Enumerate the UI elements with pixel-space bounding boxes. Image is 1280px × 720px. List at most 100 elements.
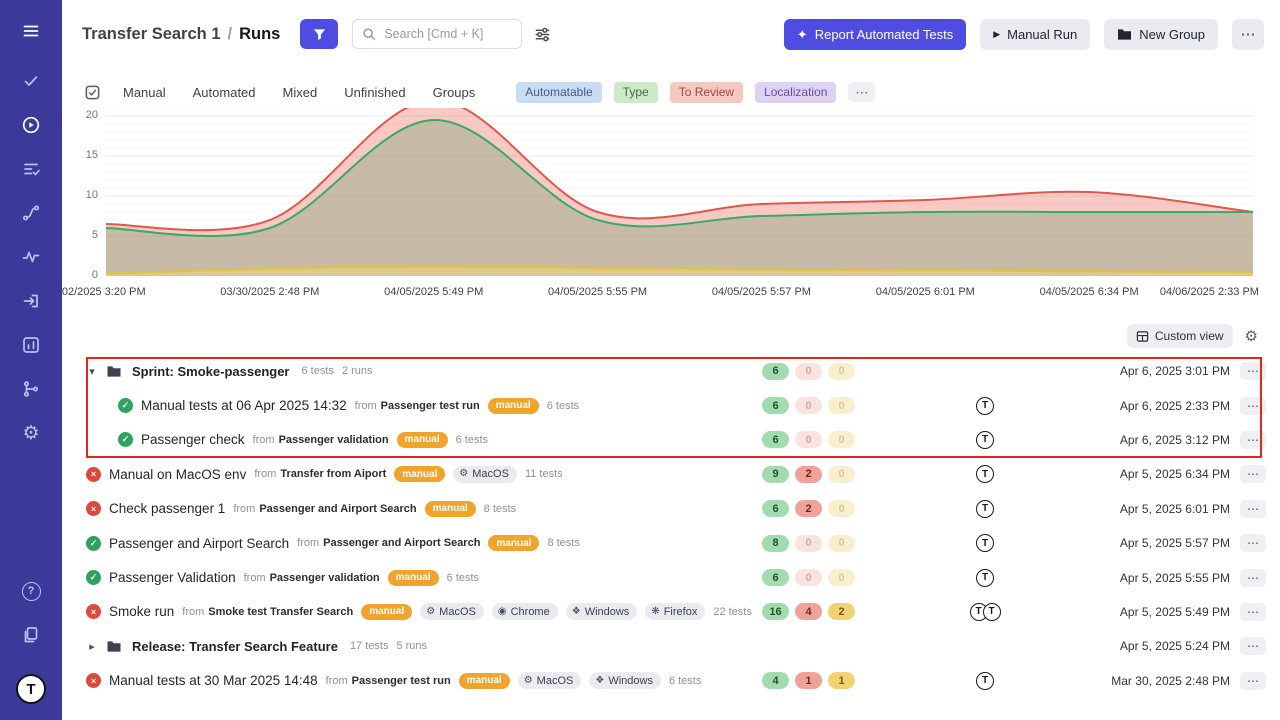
run-title[interactable]: Passenger and Airport Search	[109, 536, 289, 551]
row-more-button[interactable]: ⋯	[1240, 397, 1266, 415]
row-more-button[interactable]: ⋯	[1240, 362, 1266, 380]
avatar[interactable]: T	[976, 534, 994, 552]
run-title[interactable]: Passenger Validation	[109, 570, 236, 585]
milestones-icon[interactable]	[14, 196, 48, 230]
from-label: from	[253, 434, 275, 446]
run-source[interactable]: Passenger test run	[381, 400, 480, 412]
avatar[interactable]: T	[976, 431, 994, 449]
run-source[interactable]: Smoke test Transfer Search	[208, 606, 353, 618]
run-source[interactable]: Passenger validation	[270, 572, 380, 584]
avatar[interactable]: T	[976, 465, 994, 483]
row-more-button[interactable]: ⋯	[1240, 465, 1266, 483]
run-date: Apr 5, 2025 5:57 PM	[1080, 536, 1230, 550]
breadcrumb-project[interactable]: Transfer Search 1	[82, 25, 221, 44]
tab-unfinished[interactable]: Unfinished	[344, 85, 405, 100]
row-more-button[interactable]: ⋯	[1240, 534, 1266, 552]
integrations-icon[interactable]	[14, 372, 48, 406]
run-title[interactable]: Check passenger 1	[109, 501, 225, 516]
row-more-button[interactable]: ⋯	[1240, 672, 1266, 690]
row-main: ×Manual on MacOS envfromTransfer from Ai…	[86, 466, 762, 483]
run-source[interactable]: Transfer from Aiport	[280, 468, 386, 480]
row-result-counts: 600	[762, 431, 890, 448]
filter-tags: Automatable Type To Review Localization	[516, 82, 848, 103]
row-more-button[interactable]: ⋯	[1240, 569, 1266, 587]
run-title[interactable]: Manual on MacOS env	[109, 467, 246, 482]
run-row[interactable]: ✓Manual tests at 06 Apr 2025 14:32fromPa…	[62, 388, 1280, 422]
run-title[interactable]: Manual tests at 06 Apr 2025 14:32	[141, 398, 347, 413]
tab-automated[interactable]: Automated	[193, 85, 256, 100]
run-row[interactable]: ×Manual tests at 30 Mar 2025 14:48fromPa…	[62, 664, 1280, 698]
status-passed-icon: ✓	[86, 570, 101, 585]
run-row[interactable]: ×Smoke runfromSmoke test Transfer Search…	[62, 595, 1280, 629]
tags-more-button[interactable]: ⋯	[848, 82, 875, 102]
run-title[interactable]: Passenger check	[141, 432, 245, 447]
status-failed-icon: ×	[86, 604, 101, 619]
tab-groups[interactable]: Groups	[433, 85, 476, 100]
workspace-logo[interactable]: T	[16, 674, 46, 704]
avatar[interactable]: T	[983, 603, 1001, 621]
group-row[interactable]: ▸Release: Transfer Search Feature17 test…	[62, 629, 1280, 663]
tag-automatable[interactable]: Automatable	[516, 82, 601, 103]
filter-button[interactable]	[300, 19, 338, 49]
tag-type[interactable]: Type	[614, 82, 658, 103]
group-row[interactable]: ▾Sprint: Smoke-passenger6 tests2 runs 60…	[62, 354, 1280, 388]
documents-icon[interactable]	[14, 618, 48, 652]
search-input[interactable]	[382, 26, 512, 42]
count-passed: 6	[762, 363, 789, 380]
avatar[interactable]: T	[976, 569, 994, 587]
breadcrumb-page: Runs	[239, 25, 280, 44]
tests-icon[interactable]	[14, 64, 48, 98]
run-source[interactable]: Passenger test run	[352, 675, 451, 687]
chevron-right-icon[interactable]: ▸	[86, 640, 98, 653]
avatar[interactable]: T	[976, 672, 994, 690]
help-icon[interactable]: ?	[14, 574, 48, 608]
row-more-button[interactable]: ⋯	[1240, 431, 1266, 449]
run-row[interactable]: ✓Passenger checkfromPassenger validation…	[62, 423, 1280, 457]
settings-icon[interactable]: ⚙	[14, 416, 48, 450]
defects-icon[interactable]	[14, 152, 48, 186]
new-group-button[interactable]: New Group	[1104, 19, 1218, 50]
manual-badge: manual	[425, 501, 476, 517]
run-title[interactable]: Manual tests at 30 Mar 2025 14:48	[109, 673, 318, 688]
run-source[interactable]: Passenger and Airport Search	[259, 503, 416, 515]
manual-run-button[interactable]: ▶ Manual Run	[980, 19, 1090, 50]
reports-icon[interactable]	[14, 328, 48, 362]
filter-settings-icon[interactable]	[534, 26, 551, 43]
header-more-button[interactable]: ⋯	[1232, 19, 1264, 50]
tab-mixed[interactable]: Mixed	[283, 85, 318, 100]
row-more-button[interactable]: ⋯	[1240, 500, 1266, 518]
menu-icon[interactable]	[14, 14, 48, 48]
row-more-button[interactable]: ⋯	[1240, 603, 1266, 621]
select-runs-icon[interactable]	[84, 84, 101, 101]
tag-to-review[interactable]: To Review	[670, 82, 743, 103]
run-source[interactable]: Passenger and Airport Search	[323, 537, 480, 549]
macos-icon: ⚙	[524, 676, 533, 686]
count-skipped: 0	[828, 397, 855, 414]
view-settings-gear-icon[interactable]: ⚙	[1245, 329, 1258, 344]
avatar[interactable]: T	[976, 500, 994, 518]
run-row[interactable]: ×Manual on MacOS envfromTransfer from Ai…	[62, 457, 1280, 491]
group-title[interactable]: Release: Transfer Search Feature	[132, 639, 338, 654]
env-badge-windows: ❖Windows	[589, 672, 661, 689]
row-more-button[interactable]: ⋯	[1240, 637, 1266, 655]
count-failed: 0	[795, 431, 822, 448]
avatar[interactable]: T	[976, 397, 994, 415]
activity-icon[interactable]	[14, 240, 48, 274]
run-row[interactable]: ×Check passenger 1fromPassenger and Airp…	[62, 492, 1280, 526]
search-box[interactable]	[352, 19, 522, 49]
runs-icon[interactable]	[14, 108, 48, 142]
run-row[interactable]: ✓Passenger and Airport SearchfromPasseng…	[62, 526, 1280, 560]
tab-manual[interactable]: Manual	[123, 85, 166, 100]
run-title[interactable]: Smoke run	[109, 604, 174, 619]
import-icon[interactable]	[14, 284, 48, 318]
tests-count: 11 tests	[525, 468, 563, 480]
report-automated-tests-button[interactable]: ✦ Report Automated Tests	[784, 19, 966, 50]
run-source[interactable]: Passenger validation	[279, 434, 389, 446]
count-skipped: 0	[828, 363, 855, 380]
row-result-counts: 600	[762, 363, 890, 380]
group-title[interactable]: Sprint: Smoke-passenger	[132, 364, 290, 379]
tag-localization[interactable]: Localization	[755, 82, 836, 103]
custom-view-button[interactable]: Custom view	[1127, 324, 1233, 348]
run-row[interactable]: ✓Passenger ValidationfromPassenger valid…	[62, 560, 1280, 594]
chevron-down-icon[interactable]: ▾	[86, 365, 98, 378]
